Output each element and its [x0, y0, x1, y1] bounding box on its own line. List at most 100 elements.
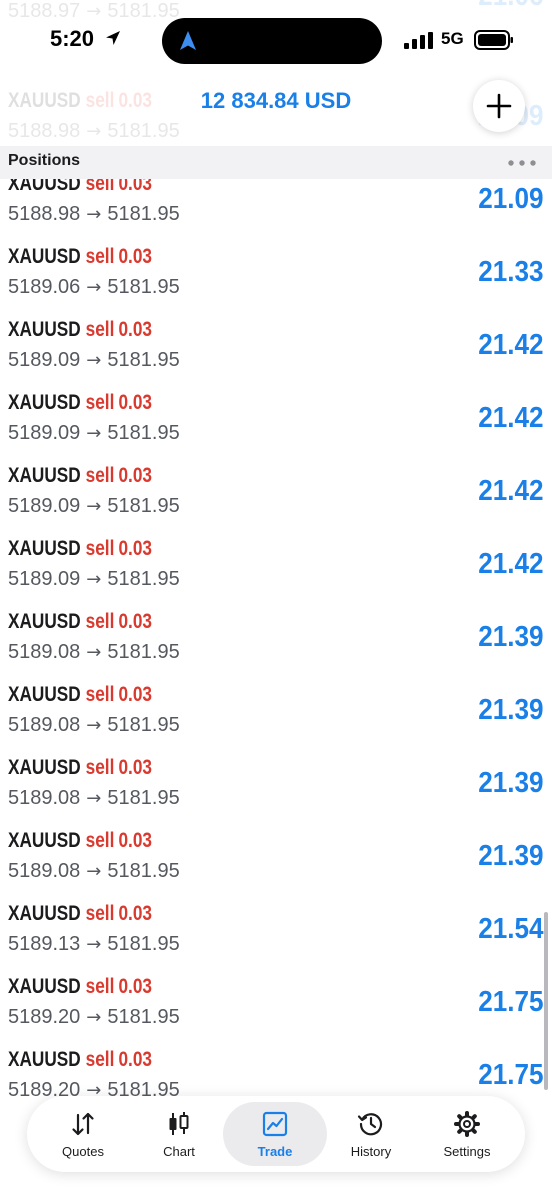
position-prices: 5189.09 → 5181.95	[8, 566, 180, 592]
arrow-right-icon: →	[86, 934, 102, 955]
position-row[interactable]: XAUUSD sell 0.03 5189.08 → 5181.95 21.39	[0, 747, 552, 820]
current-price: 5181.95	[107, 568, 180, 590]
tab-chart[interactable]: Chart	[131, 1096, 227, 1172]
position-row[interactable]: XAUUSD sell 0.03 5189.06 → 5181.95 21.33	[0, 236, 552, 309]
positions-section-header: Positions	[0, 146, 552, 179]
position-title: XAUUSDsell0.03	[8, 901, 152, 927]
position-symbol: XAUUSD	[8, 829, 81, 852]
open-price: 5189.09	[8, 495, 81, 517]
position-prices: 5189.08 → 5181.95	[8, 858, 180, 884]
position-title: XAUUSDsell0.03	[8, 828, 152, 854]
position-row[interactable]: XAUUSD sell 0.03 5189.13 → 5181.95 21.54	[0, 893, 552, 966]
arrow-right-icon: →	[86, 496, 102, 517]
position-title: XAUUSDsell0.03	[8, 463, 152, 489]
position-volume: 0.03	[118, 902, 152, 925]
position-row[interactable]: XAUUSD sell 0.03 5189.08 → 5181.95 21.39	[0, 601, 552, 674]
position-side: sell	[85, 391, 115, 414]
open-price: 5189.08	[8, 860, 81, 882]
position-volume: 0.03	[118, 610, 152, 633]
position-row[interactable]: XAUUSD sell 0.03 5189.09 → 5181.95 21.42	[0, 528, 552, 601]
position-profit: 21.42	[478, 329, 544, 361]
position-symbol: XAUUSD	[8, 464, 81, 487]
position-side: sell	[85, 537, 115, 560]
position-prices: 5189.09 → 5181.95	[8, 420, 180, 446]
tab-history[interactable]: History	[323, 1096, 419, 1172]
current-price: 5181.95	[107, 933, 180, 955]
position-profit: 21.75	[478, 1059, 544, 1091]
open-price: 5189.20	[8, 1006, 81, 1028]
open-price: 5189.08	[8, 787, 81, 809]
tab-bar: Quotes Chart Trade History Settings	[27, 1096, 525, 1172]
position-symbol: XAUUSD	[8, 683, 81, 706]
position-side: sell	[85, 464, 115, 487]
position-title: XAUUSDsell0.03	[8, 317, 152, 343]
position-symbol: XAUUSD	[8, 1048, 81, 1071]
gear-icon	[454, 1111, 480, 1137]
section-title: Positions	[8, 152, 81, 169]
position-volume: 0.03	[118, 464, 152, 487]
position-volume: 0.03	[118, 829, 152, 852]
tab-quotes[interactable]: Quotes	[35, 1096, 131, 1172]
position-profit: 21.39	[478, 840, 544, 872]
tab-label: Trade	[257, 1144, 293, 1159]
dynamic-island	[162, 18, 382, 64]
position-prices: 5189.08 → 5181.95	[8, 712, 180, 738]
tab-settings[interactable]: Settings	[419, 1096, 515, 1172]
position-volume: 0.03	[118, 318, 152, 341]
position-title: XAUUSDsell0.03	[8, 682, 152, 708]
position-side: sell	[85, 975, 115, 998]
position-row[interactable]: XAUUSD sell 0.03 5189.09 → 5181.95 21.42	[0, 455, 552, 528]
position-symbol: XAUUSD	[8, 610, 81, 633]
current-price: 5181.95	[107, 860, 180, 882]
current-price: 5181.95	[107, 276, 180, 298]
position-symbol: XAUUSD	[8, 318, 81, 341]
tab-label: Quotes	[62, 1144, 104, 1159]
position-volume: 0.03	[118, 391, 152, 414]
position-title: XAUUSDsell0.03	[8, 390, 152, 416]
position-title: XAUUSDsell0.03	[8, 755, 152, 781]
candlestick-icon	[169, 1112, 189, 1135]
open-price: 5189.09	[8, 349, 81, 371]
location-arrow-icon	[106, 31, 120, 45]
position-side: sell	[85, 245, 115, 268]
position-symbol: XAUUSD	[8, 756, 81, 779]
ellipsis-icon[interactable]	[508, 160, 538, 166]
position-title: XAUUSDsell0.03	[8, 974, 152, 1000]
tab-label: Settings	[443, 1144, 491, 1159]
position-side: sell	[85, 683, 115, 706]
tab-trade[interactable]: Trade	[227, 1096, 323, 1172]
position-row[interactable]: XAUUSD sell 0.03 5189.08 → 5181.95 21.39	[0, 820, 552, 893]
position-side: sell	[85, 318, 115, 341]
open-price: 5189.09	[8, 568, 81, 590]
add-order-button[interactable]	[473, 80, 525, 132]
position-prices: 5189.08 → 5181.95	[8, 639, 180, 665]
position-profit: 21.42	[478, 548, 544, 580]
position-row[interactable]: XAUUSD sell 0.03 5189.09 → 5181.95 21.42	[0, 382, 552, 455]
trade-chart-icon	[262, 1111, 288, 1137]
position-side: sell	[85, 829, 115, 852]
position-profit: 21.09	[478, 183, 544, 215]
position-title: XAUUSDsell0.03	[8, 244, 152, 270]
open-price: 5189.08	[8, 714, 81, 736]
current-price: 5181.95	[107, 641, 180, 663]
position-volume: 0.03	[118, 1048, 152, 1071]
signal-bars-icon	[404, 32, 433, 49]
arrow-right-icon: →	[86, 204, 102, 225]
position-symbol: XAUUSD	[8, 975, 81, 998]
scroll-indicator[interactable]	[544, 912, 548, 1090]
battery-icon	[474, 30, 513, 50]
position-side: sell	[85, 1048, 115, 1071]
position-row[interactable]: XAUUSD sell 0.03 5189.09 → 5181.95 21.42	[0, 309, 552, 382]
position-row[interactable]: XAUUSD sell 0.03 5189.20 → 5181.95 21.75	[0, 966, 552, 1039]
arrow-right-icon: →	[86, 1007, 102, 1028]
position-symbol: XAUUSD	[8, 537, 81, 560]
position-prices: 5188.98→5181.95	[8, 201, 180, 227]
position-volume: 0.03	[118, 537, 152, 560]
open-price: 5189.09	[8, 422, 81, 444]
position-side: sell	[85, 756, 115, 779]
position-row[interactable]: XAUUSD sell 0.03 5189.08 → 5181.95 21.39	[0, 674, 552, 747]
arrow-right-icon: →	[86, 277, 102, 298]
network-type: 5G	[441, 29, 464, 48]
arrow-right-icon: →	[86, 788, 102, 809]
open-price: 5188.98	[8, 203, 81, 225]
